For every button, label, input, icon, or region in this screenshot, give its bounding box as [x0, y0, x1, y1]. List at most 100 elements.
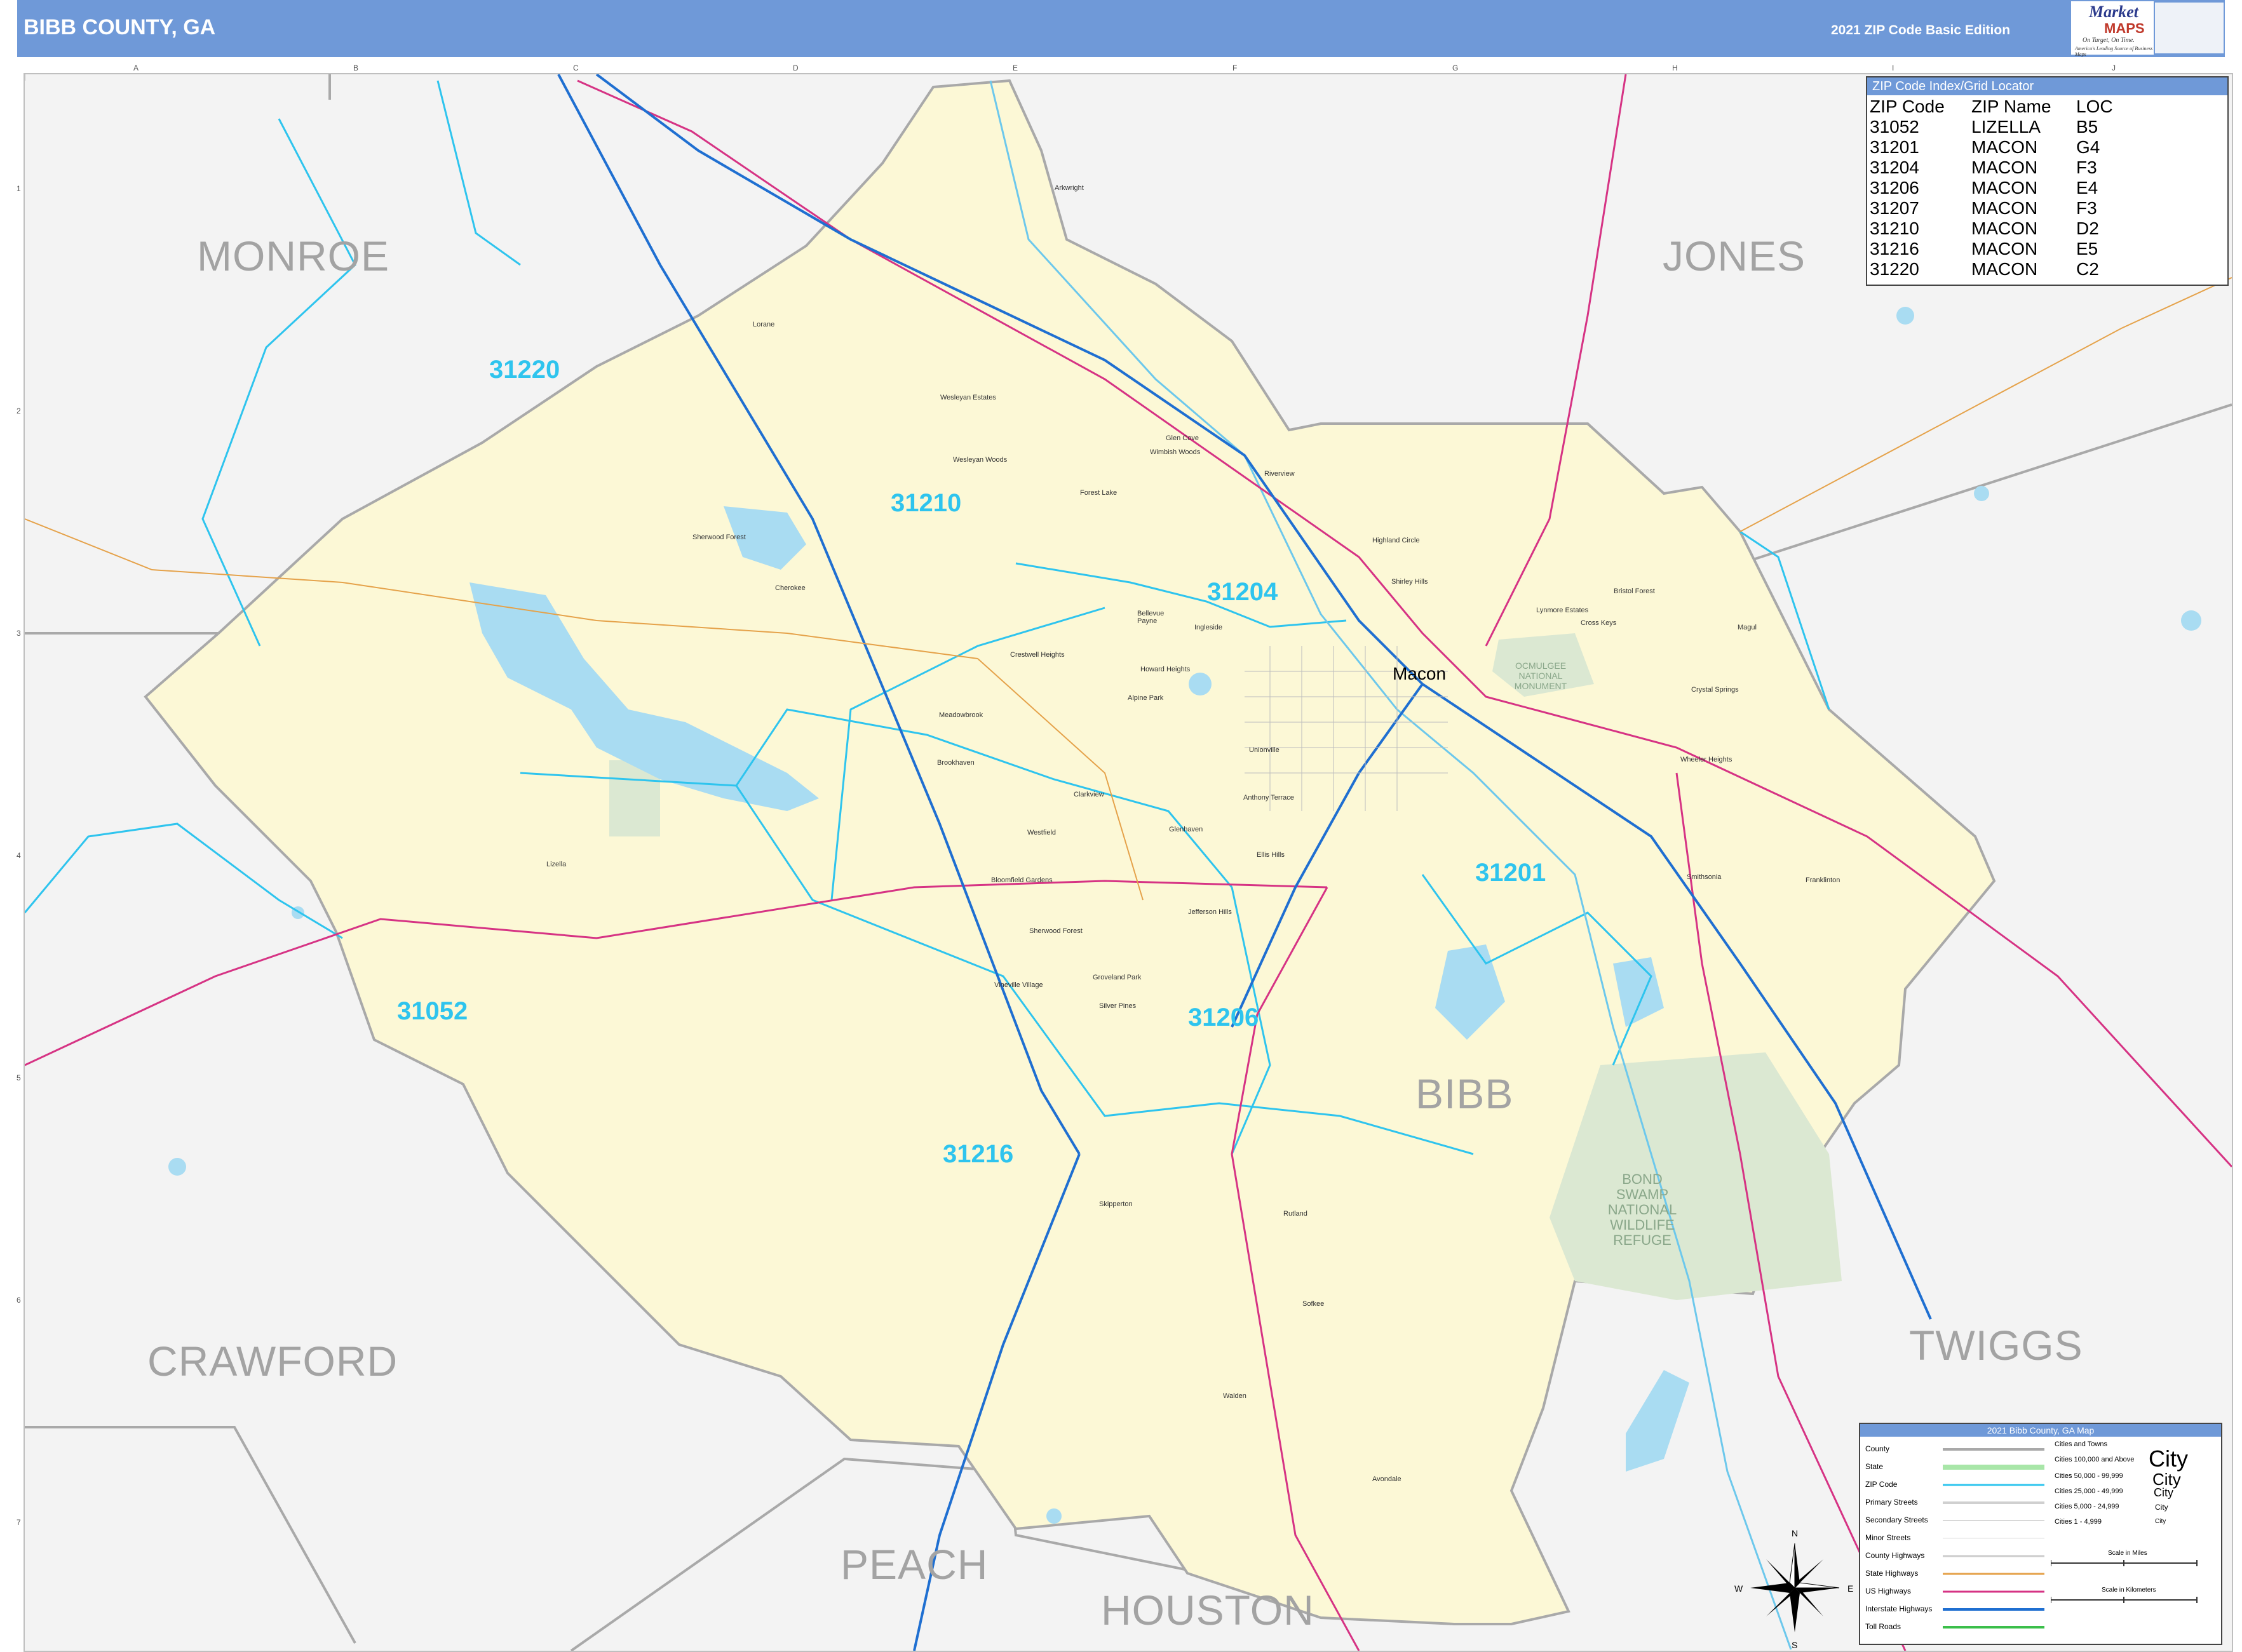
loc-cell: F3	[2076, 158, 2097, 177]
table-row: 31220 MACON C2	[1870, 259, 2113, 279]
county-label-twiggs: TWIGGS	[1909, 1322, 2083, 1369]
zip-cell: 31220	[1870, 259, 1919, 279]
legend-city-class: Cities 50,000 - 99,999	[2055, 1472, 2123, 1480]
zip-index-col-loc: LOC	[2076, 97, 2113, 116]
place-label: Sherwood Forest	[1029, 927, 1083, 935]
pond	[1974, 486, 1989, 501]
zip-label-31204: 31204	[1207, 578, 1278, 606]
place-label: Glen Cove	[1166, 434, 1199, 442]
zip-cell: 31216	[1870, 239, 1919, 259]
place-label: Wesleyan Estates	[940, 394, 996, 401]
grid-col-c: C	[573, 64, 579, 72]
place-label: Sherwood Forest	[692, 534, 746, 541]
zip-name-cell: MACON	[1971, 158, 2038, 177]
zip-name-cell: MACON	[1971, 218, 2038, 238]
park-label-ocmulgee: OCMULGEE NATIONAL MONUMENT	[1514, 661, 1567, 691]
place-label: Bloomfield Gardens	[991, 876, 1053, 884]
edition-label: 2021 ZIP Code Basic Edition	[1831, 23, 2011, 37]
compass-n-label: N	[1792, 1528, 1799, 1538]
map-legend: 2021 Bibb County, GA Map County State ZI…	[1859, 1423, 2222, 1645]
loc-cell: F3	[2076, 198, 2097, 218]
place-label: Lorane	[753, 321, 775, 328]
place-label: Bellevue Payne	[1137, 610, 1165, 625]
place-label: Wesleyan Woods	[953, 456, 1008, 464]
zip-name-cell: MACON	[1971, 239, 2038, 259]
logo-brand-line1: Market	[2089, 3, 2138, 21]
loc-cell: D2	[2076, 218, 2099, 238]
table-row: 31052 LIZELLA B5	[1870, 117, 2113, 137]
zip-index-col-zip: ZIP Code	[1870, 97, 1945, 116]
map-title: BIBB COUNTY, GA	[24, 15, 216, 39]
logo-brand-line2: MAPS	[2104, 20, 2145, 36]
legend-city-sample: City	[2155, 1503, 2168, 1512]
place-label: Rutland	[1283, 1210, 1307, 1218]
zip-cell: 31052	[1870, 117, 1919, 137]
place-label: Ellis Hills	[1257, 851, 1285, 859]
zip-index-col-name: ZIP Name	[1971, 97, 2051, 116]
table-row: 31206 MACON E4	[1870, 178, 2113, 198]
place-label: Walden	[1223, 1392, 1246, 1400]
grid-col-f: F	[1232, 64, 1238, 72]
publisher-logo: Market MAPS On Target, On Time. America'…	[2071, 1, 2154, 57]
grid-row-1: 1	[17, 184, 21, 193]
place-label: Unionville	[1249, 746, 1280, 754]
zip-name-cell: MACON	[1971, 259, 2038, 279]
zip-index-header: ZIP Code Index/Grid Locator	[1867, 77, 2227, 95]
zip-name-cell: MACON	[1971, 178, 2038, 198]
grid-col-g: G	[1452, 64, 1459, 72]
legend-item: Secondary Streets	[1865, 1515, 1928, 1524]
place-label: Franklinton	[1806, 876, 1840, 884]
compass-e-label: E	[1847, 1583, 1854, 1594]
zip-label-31201: 31201	[1475, 859, 1546, 887]
legend-city-class: Cities 1 - 4,999	[2055, 1518, 2102, 1526]
place-label: Crestwell Heights	[1010, 651, 1065, 659]
legend-item: Minor Streets	[1865, 1533, 1911, 1542]
place-label: Clarkview	[1074, 791, 1104, 798]
grid-col-a: A	[133, 64, 139, 72]
compass-s-label: S	[1792, 1640, 1798, 1650]
zip-cell: 31210	[1870, 218, 1919, 238]
map-canvas[interactable]	[25, 74, 2232, 1651]
zip-cell: 31201	[1870, 137, 1919, 157]
table-row: 31201 MACON G4	[1870, 137, 2113, 158]
place-label: Ingleside	[1194, 624, 1223, 631]
zip-index-panel: ZIP Code Index/Grid Locator ZIP Code ZIP…	[1866, 76, 2229, 286]
legend-item: State	[1865, 1462, 1884, 1471]
logo-slogan: On Target, On Time.	[2083, 37, 2135, 44]
zip-label-31206: 31206	[1188, 1004, 1259, 1031]
pond	[1189, 673, 1212, 695]
zip-cell: 31207	[1870, 198, 1919, 218]
logo-subslogan: America's Leading Source of Business Map…	[2075, 46, 2153, 57]
zip-cell: 31206	[1870, 178, 1919, 198]
grid-row-6: 6	[17, 1296, 21, 1305]
map-header: BIBB COUNTY, GA 2021 ZIP Code Basic Edit…	[17, 0, 2225, 57]
grid-row-7: 7	[17, 1518, 21, 1527]
legend-item: US Highways	[1865, 1587, 1912, 1595]
place-label: Brookhaven	[937, 759, 975, 767]
table-row: 31216 MACON E5	[1870, 239, 2113, 259]
county-label-jones: JONES	[1663, 232, 1806, 279]
zip-index-table: ZIP Code ZIP Name LOC 31052 LIZELLA B5 312…	[1870, 97, 2113, 279]
legend-item: State Highways	[1865, 1569, 1919, 1578]
legend-city-sample: City	[2155, 1518, 2166, 1525]
place-label: Cherokee	[775, 584, 806, 592]
loc-cell: G4	[2076, 137, 2100, 157]
place-label: Smithsonia	[1687, 873, 1722, 881]
grid-row-3: 3	[17, 629, 21, 638]
table-row: 31210 MACON D2	[1870, 218, 2113, 239]
place-label: Wimbish Woods	[1150, 448, 1201, 456]
legend-city-sample: City	[2154, 1486, 2173, 1499]
zip-label-31220: 31220	[489, 356, 560, 384]
pond	[168, 1158, 186, 1176]
table-row: 31204 MACON F3	[1870, 158, 2113, 178]
place-label: Riverview	[1264, 470, 1295, 478]
place-label: Cross Keys	[1581, 619, 1617, 627]
table-row: 31207 MACON F3	[1870, 198, 2113, 218]
pond	[1896, 307, 1914, 325]
grid-col-h: H	[1672, 64, 1678, 72]
legend-city-class: Cities 5,000 - 24,999	[2055, 1503, 2119, 1510]
place-label: Lizella	[546, 861, 567, 868]
place-label: Skipperton	[1099, 1200, 1133, 1208]
loc-cell: E4	[2076, 178, 2098, 198]
legend-item: County	[1865, 1444, 1890, 1453]
